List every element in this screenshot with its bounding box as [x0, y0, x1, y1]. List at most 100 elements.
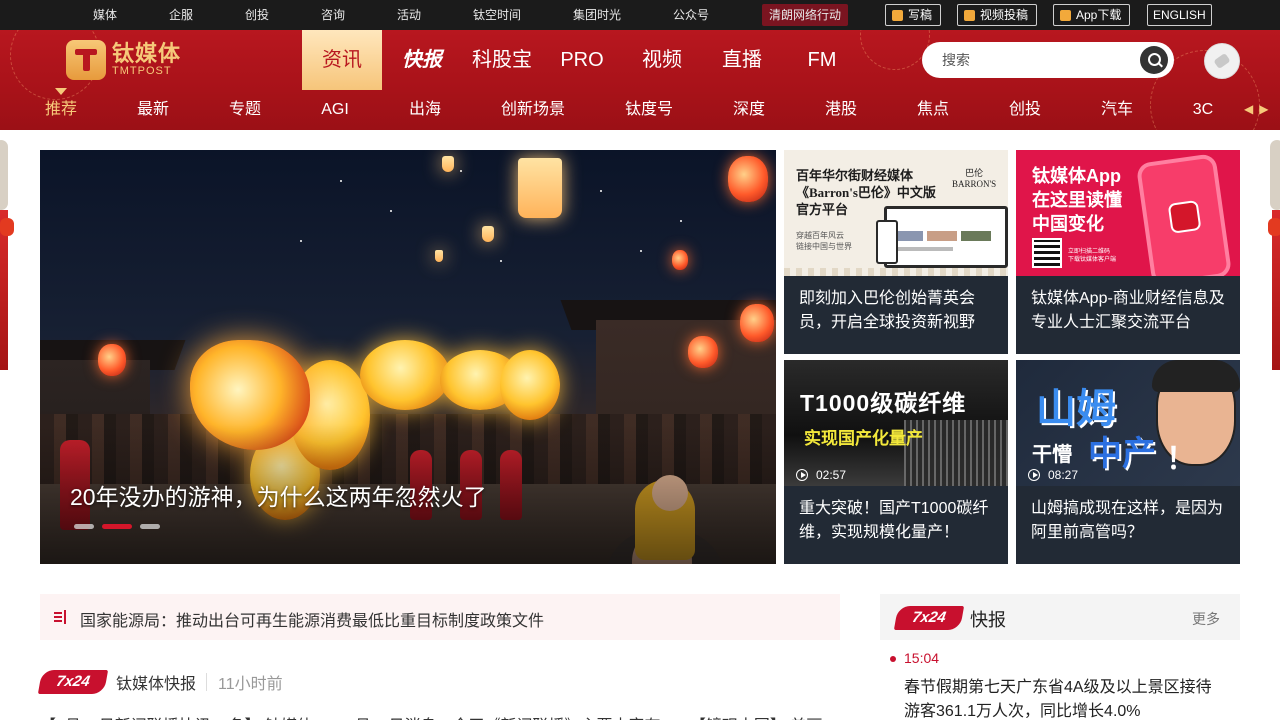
t1000-thumbnail: T1000级碳纤维 实现国产化量产 02:57: [784, 360, 1008, 486]
video-icon: [964, 9, 975, 21]
badge-7x24: 7x24: [37, 670, 109, 694]
flash-item-text[interactable]: 春节假期第七天广东省4A级及以上景区接待游客361.1万人次，同比增长4.0%: [904, 676, 1224, 720]
subnav-depth[interactable]: 深度: [728, 90, 770, 130]
top-link-wechat[interactable]: 公众号: [673, 0, 709, 30]
subnav-hk-stocks[interactable]: 港股: [820, 90, 862, 130]
sky-lantern: [518, 158, 562, 218]
hero-carousel[interactable]: 20年没办的游神，为什么这两年忽然火了: [40, 150, 776, 564]
thumbnail-word3: 中产: [1088, 435, 1156, 473]
logo-text-en: TMTPOST: [112, 65, 172, 77]
search-input[interactable]: [942, 50, 1122, 70]
barrons-slogan1: 穿越百年风云: [796, 231, 844, 240]
nav-fm[interactable]: FM: [782, 30, 862, 90]
thumbnail-word2: 干懵: [1032, 444, 1072, 466]
video-card-t1000[interactable]: T1000级碳纤维 实现国产化量产 02:57 重大突破！国产T1000碳纤维，…: [784, 360, 1008, 564]
write-button[interactable]: 写稿: [885, 4, 942, 26]
carousel-dot[interactable]: [74, 524, 94, 529]
video-submit-button[interactable]: 视频投稿: [957, 4, 1038, 26]
site-header: 钛媒体 TMTPOST 资讯 快报 科股宝 PRO 视频 直播 FM 推荐 最新…: [0, 30, 1280, 130]
subnav-auto[interactable]: 汽车: [1096, 90, 1138, 130]
top-link-venture[interactable]: 创投: [245, 0, 269, 30]
flash-excerpt[interactable]: 【2月21日新闻联播快讯13条】 钛媒体App 2月21日消息，今天《新闻联播》…: [40, 712, 840, 720]
main-nav: 资讯 快报 科股宝 PRO 视频 直播 FM: [302, 30, 862, 90]
top-link-consulting[interactable]: 咨询: [321, 0, 345, 30]
nav-news[interactable]: 资讯: [302, 30, 382, 90]
flash-source[interactable]: 钛媒体快报: [116, 670, 196, 694]
headline-ticker[interactable]: 国家能源局：推动出台可再生能源消费最低比重目标制度政策文件: [40, 594, 840, 640]
subnav-3c[interactable]: 3C: [1188, 90, 1218, 130]
nav-pro[interactable]: PRO: [542, 30, 622, 90]
top-link-clean-network[interactable]: 清朗网络行动: [762, 4, 849, 26]
top-link-group-time[interactable]: 集团时光: [573, 0, 621, 30]
subnav-agi[interactable]: AGI: [314, 90, 356, 130]
bullet-dot-icon: [890, 656, 896, 662]
card-caption[interactable]: 山姆搞成现在这样，是因为阿里前高管吗？: [1031, 497, 1231, 545]
thumbnail-subtitle: 实现国产化量产: [804, 429, 923, 448]
carousel-indicators: [74, 524, 160, 529]
right-lion-decoration: [1266, 130, 1280, 370]
red-lantern: [98, 344, 126, 376]
video-card-sam[interactable]: 山姆 干懵 中产 ！ 08:27 山姆搞成现在这样，是因为阿里前高管吗？: [1016, 360, 1240, 564]
nav-kegubao[interactable]: 科股宝: [462, 30, 542, 90]
top-link-titanium-time[interactable]: 钛空时间: [473, 0, 521, 30]
promo-card-barrons[interactable]: 百年华尔街财经媒体 《Barron's巴伦》中文版 官方平台 巴伦 BARRON…: [784, 150, 1008, 354]
english-button[interactable]: ENGLISH: [1147, 4, 1212, 26]
top-utility-bar: 媒体 企服 创投 咨询 活动 钛空时间 集团时光 公众号 清朗网络行动 写稿 视…: [0, 0, 1280, 30]
red-lantern: [728, 156, 768, 202]
user-avatar[interactable]: [1204, 43, 1240, 79]
flash-panel-header: 7x24 快报 更多: [880, 594, 1240, 640]
subnav-overseas[interactable]: 出海: [404, 90, 446, 130]
flash-item-time: 15:04: [904, 650, 940, 666]
video-duration: 02:57: [796, 468, 846, 482]
ticker-text[interactable]: 国家能源局：推动出台可再生能源消费最低比重目标制度政策文件: [80, 607, 544, 631]
card-caption[interactable]: 重大突破！国产T1000碳纤维，实现规模化量产！: [799, 497, 999, 545]
nav-live[interactable]: 直播: [702, 30, 782, 90]
subnav-latest[interactable]: 最新: [132, 90, 174, 130]
flash-time: 11小时前: [218, 676, 283, 693]
barrons-line2: 《Barron's巴伦》中文版: [796, 185, 936, 200]
nav-video[interactable]: 视频: [622, 30, 702, 90]
carousel-dot[interactable]: [140, 524, 160, 529]
subnav-innovation[interactable]: 创新场景: [498, 90, 568, 130]
logo-mark-icon: [66, 40, 106, 80]
subnav-topics[interactable]: 专题: [224, 90, 266, 130]
red-lantern: [672, 250, 688, 270]
search-box: [922, 42, 1174, 78]
subnav-tidu[interactable]: 钛度号: [620, 90, 678, 130]
flash-panel-title: 快报: [970, 610, 1006, 630]
card-caption[interactable]: 即刻加入巴伦创始菁英会员，开启全球投资新视野: [799, 287, 999, 335]
hero-title[interactable]: 20年没办的游神，为什么这两年忽然火了: [70, 478, 487, 512]
search-icon[interactable]: [1140, 46, 1168, 74]
trending-icon: [54, 610, 68, 624]
subnav-recommended[interactable]: 推荐: [40, 88, 82, 130]
english-label: ENGLISH: [1153, 8, 1206, 22]
logo-text-cn: 钛媒体: [112, 41, 182, 66]
sky-lantern: [435, 250, 443, 262]
promo-card-app[interactable]: 钛媒体App 在这里读懂 中国变化 立即扫描二维码 下载钛媒体客户端 钛媒体Ap…: [1016, 150, 1240, 354]
top-link-enterprise[interactable]: 企服: [169, 0, 193, 30]
sam-thumbnail: 山姆 干懵 中产 ！ 08:27: [1016, 360, 1240, 486]
top-link-events[interactable]: 活动: [397, 0, 421, 30]
play-icon: [796, 469, 808, 481]
site-logo[interactable]: 钛媒体 TMTPOST: [66, 40, 181, 80]
left-lion-decoration: [0, 130, 14, 370]
carousel-dot-active[interactable]: [102, 524, 132, 529]
qr-note2: 下载钛媒体客户端: [1068, 257, 1117, 263]
nav-flash[interactable]: 快报: [382, 30, 462, 90]
app-banner-image: 钛媒体App 在这里读懂 中国变化 立即扫描二维码 下载钛媒体客户端: [1016, 150, 1240, 276]
qr-code-icon: [1032, 238, 1062, 268]
laptop-screen-image: [884, 206, 1008, 268]
download-icon: [1060, 9, 1071, 21]
app-download-button[interactable]: App下载: [1053, 4, 1131, 26]
more-link[interactable]: 更多: [1192, 609, 1220, 629]
subnav-scroll-arrows-icon[interactable]: ◀▶: [1244, 102, 1274, 116]
card-caption[interactable]: 钛媒体App-商业财经信息及专业人士汇聚交流平台: [1031, 287, 1231, 335]
duration-text: 08:27: [1048, 468, 1079, 482]
app-banner-line2: 在这里读懂: [1032, 190, 1122, 210]
firework-decoration: [860, 30, 930, 70]
top-link-media[interactable]: 媒体: [93, 0, 117, 30]
barrons-logo: 巴伦 BARRON'S: [952, 168, 996, 190]
subnav-venture[interactable]: 创投: [1004, 90, 1046, 130]
subnav-focus[interactable]: 焦点: [912, 90, 954, 130]
red-lantern: [740, 304, 774, 342]
